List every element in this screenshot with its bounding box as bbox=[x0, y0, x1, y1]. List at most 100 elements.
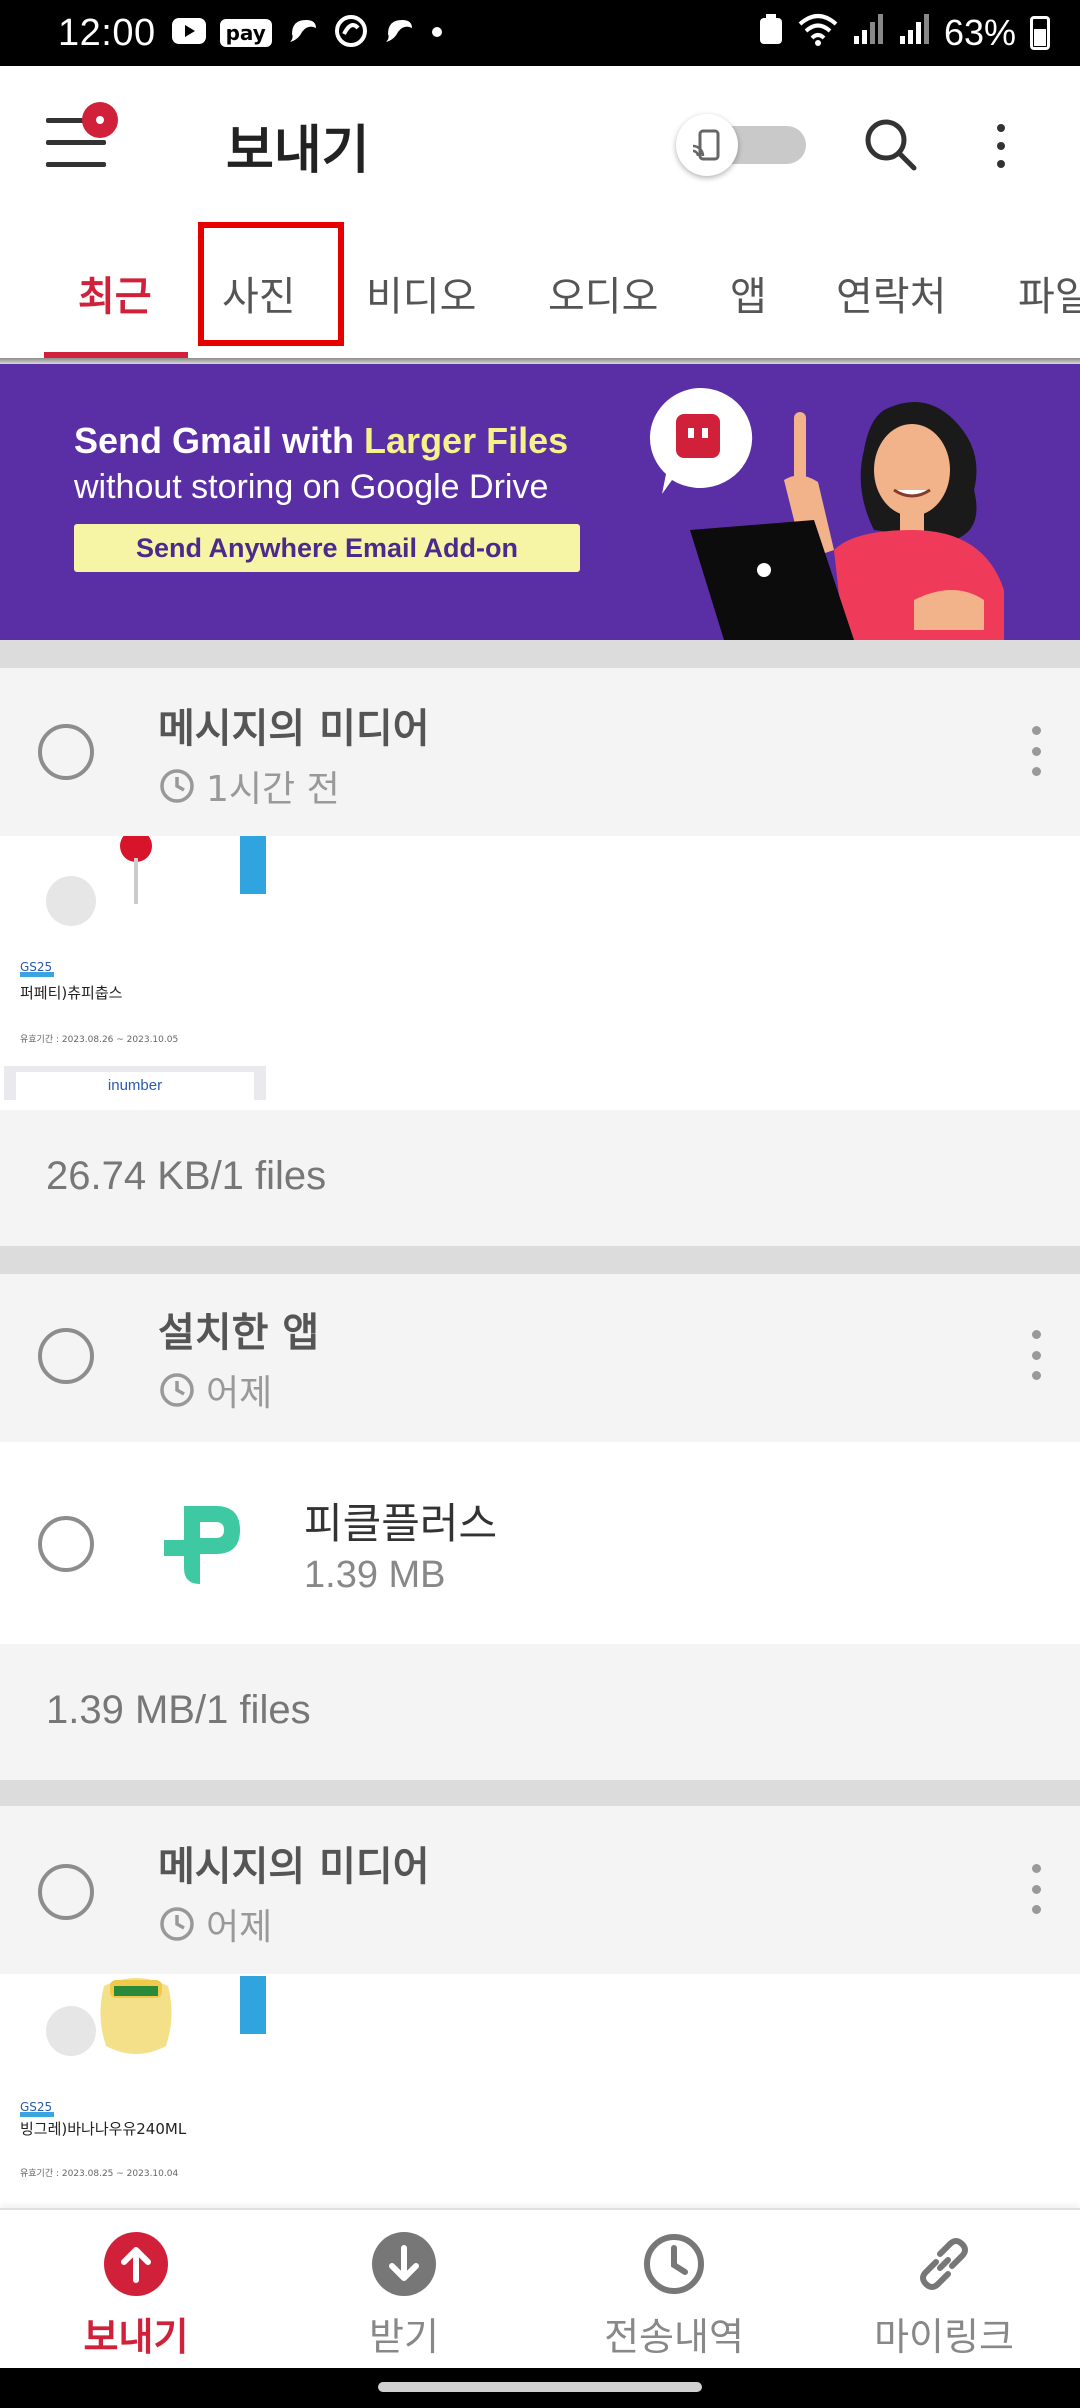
group-title: 메시지의 미디어 bbox=[158, 706, 430, 752]
toggle-knob bbox=[676, 114, 738, 176]
highlight-box bbox=[198, 222, 344, 346]
group-header[interactable]: 메시지의 미디어 어제 bbox=[0, 1806, 1080, 1974]
group-time: 1시간 전 bbox=[158, 760, 340, 812]
store-tag: GS25 bbox=[20, 2101, 54, 2117]
phone-cast-icon bbox=[692, 129, 720, 161]
nav-label: 마이링크 bbox=[874, 2315, 1014, 2359]
history-clock-icon bbox=[644, 2234, 704, 2294]
clock-icon bbox=[160, 1373, 194, 1407]
section-divider bbox=[0, 1780, 1080, 1808]
coupon-period: 유효기간 : 2023.08.26 ~ 2023.10.05 bbox=[20, 1035, 179, 1045]
signal-r-icon bbox=[852, 12, 884, 55]
home-gesture-handle[interactable] bbox=[378, 2382, 702, 2392]
group-time-label: 1시간 전 bbox=[206, 769, 340, 810]
search-button[interactable] bbox=[860, 114, 922, 176]
group-summary: 1.39 MB/1 files bbox=[0, 1644, 1080, 1780]
list-item[interactable]: 피클플러스 1.39 MB bbox=[0, 1442, 1080, 1644]
app-notification-icon bbox=[382, 14, 416, 52]
group-time-label: 어제 bbox=[206, 1907, 273, 1948]
nav-label: 받기 bbox=[369, 2315, 439, 2359]
group-summary-text: 26.74 KB/1 files bbox=[46, 1154, 327, 1198]
group-header[interactable]: 설치한 앱 어제 bbox=[0, 1274, 1080, 1442]
app-size: 1.39 MB bbox=[304, 1554, 446, 1596]
group-select-radio[interactable] bbox=[38, 724, 94, 780]
tab-apps[interactable]: 앱 bbox=[730, 264, 767, 322]
nav-history[interactable]: 전송내역 bbox=[574, 2232, 774, 2361]
media-thumbnail[interactable]: GS25 퍼페티)츄피춥스 유효기간 : 2023.08.26 ~ 2023.1… bbox=[0, 836, 268, 1100]
phone-mode-toggle[interactable] bbox=[676, 114, 806, 176]
more-options-button[interactable] bbox=[986, 116, 1016, 176]
coupon-name: 퍼페티)츄피춥스 bbox=[20, 984, 123, 1002]
app-notification-icon bbox=[334, 14, 368, 52]
media-select-circle[interactable] bbox=[46, 2006, 96, 2056]
promo-banner[interactable]: Send Gmail with Larger Files without sto… bbox=[0, 364, 1080, 640]
notification-icons: pay bbox=[171, 13, 444, 53]
link-icon bbox=[920, 2238, 968, 2290]
media-thumbnail[interactable]: GS25 빙그레)바나나우유240ML 유효기간 : 2023.08.25 ~ … bbox=[0, 1976, 268, 2208]
group-summary-text: 1.39 MB/1 files bbox=[46, 1688, 311, 1732]
status-bar: 12:00 pay 63% bbox=[0, 0, 1080, 66]
banana-milk-image bbox=[100, 1978, 172, 2054]
store-tag: GS25 bbox=[20, 961, 54, 977]
group-title: 메시지의 미디어 bbox=[158, 1844, 430, 1890]
group-header[interactable]: 메시지의 미디어 1시간 전 bbox=[0, 668, 1080, 836]
group-select-radio[interactable] bbox=[38, 1864, 94, 1920]
notification-badge bbox=[82, 102, 118, 138]
group-title: 설치한 앱 bbox=[158, 1310, 320, 1356]
wifi-icon bbox=[798, 12, 838, 55]
download-icon bbox=[372, 2232, 436, 2296]
coupon-edge bbox=[240, 1976, 266, 2034]
app-bar: 보내기 bbox=[0, 66, 1080, 226]
section-divider bbox=[0, 640, 1080, 668]
system-gesture-bar bbox=[0, 2368, 1080, 2408]
app-name: 피클플러스 bbox=[304, 1499, 498, 1548]
media-grid: GS25 빙그레)바나나우유240ML 유효기간 : 2023.08.25 ~ … bbox=[0, 1976, 1080, 2208]
tab-video[interactable]: 비디오 bbox=[366, 264, 476, 322]
signal-icon bbox=[898, 12, 930, 55]
group-summary: 26.74 KB/1 files bbox=[0, 1110, 1080, 1246]
banner-headline: Send Gmail with Larger Files bbox=[74, 420, 569, 461]
clock-icon bbox=[160, 1907, 194, 1941]
tab-recent[interactable]: 최근 bbox=[78, 264, 152, 322]
nfc-icon bbox=[758, 12, 784, 55]
search-icon bbox=[865, 119, 917, 171]
more-notifications-dot-icon bbox=[430, 24, 444, 43]
nav-mylink[interactable]: 마이링크 bbox=[844, 2232, 1044, 2361]
group-select-radio[interactable] bbox=[38, 1328, 94, 1384]
tab-audio[interactable]: 오디오 bbox=[548, 264, 658, 322]
group-more-button[interactable] bbox=[1030, 726, 1042, 776]
coupon-period: 유효기간 : 2023.08.25 ~ 2023.10.04 bbox=[20, 2169, 179, 2179]
tab-contacts[interactable]: 연락처 bbox=[836, 264, 946, 322]
coupon-edge bbox=[240, 836, 266, 894]
nav-receive[interactable]: 받기 bbox=[304, 2232, 504, 2361]
banner-cta-button[interactable]: Send Anywhere Email Add-on bbox=[74, 524, 580, 572]
battery-icon bbox=[1030, 16, 1050, 50]
section-divider bbox=[0, 1246, 1080, 1274]
group-more-button[interactable] bbox=[1030, 1330, 1042, 1380]
woman-with-laptop-illustration bbox=[690, 402, 1004, 640]
group-more-button[interactable] bbox=[1030, 1864, 1042, 1914]
group-time: 어제 bbox=[158, 1364, 272, 1416]
tab-files[interactable]: 파일 bbox=[1018, 264, 1080, 322]
category-tabs: 최근 사진 비디오 오디오 앱 연락처 파일 bbox=[0, 226, 1080, 360]
lollipop-image bbox=[120, 836, 152, 904]
pickle-plus-app-icon bbox=[164, 1506, 240, 1584]
status-time: 12:00 bbox=[58, 11, 156, 54]
nav-send[interactable]: 보내기 bbox=[36, 2232, 236, 2361]
page-title: 보내기 bbox=[226, 121, 370, 181]
youtube-icon bbox=[171, 13, 206, 53]
media-select-circle[interactable] bbox=[46, 876, 96, 926]
item-select-radio[interactable] bbox=[38, 1516, 94, 1572]
upload-icon bbox=[104, 2232, 168, 2296]
clock-icon bbox=[160, 769, 194, 803]
pay-icon: pay bbox=[219, 19, 272, 47]
media-grid: GS25 퍼페티)츄피춥스 유효기간 : 2023.08.26 ~ 2023.1… bbox=[0, 836, 1080, 1110]
banner-subline: without storing on Google Drive bbox=[74, 468, 549, 506]
app-notification-icon bbox=[286, 14, 320, 52]
coupon-name: 빙그레)바나나우유240ML bbox=[20, 2120, 187, 2138]
group-time-label: 어제 bbox=[206, 1373, 273, 1414]
coupon-footer: inumber bbox=[4, 1066, 266, 1100]
nav-label: 전송내역 bbox=[604, 2315, 744, 2359]
battery-percent: 63% bbox=[943, 12, 1016, 53]
group-time: 어제 bbox=[158, 1898, 272, 1950]
